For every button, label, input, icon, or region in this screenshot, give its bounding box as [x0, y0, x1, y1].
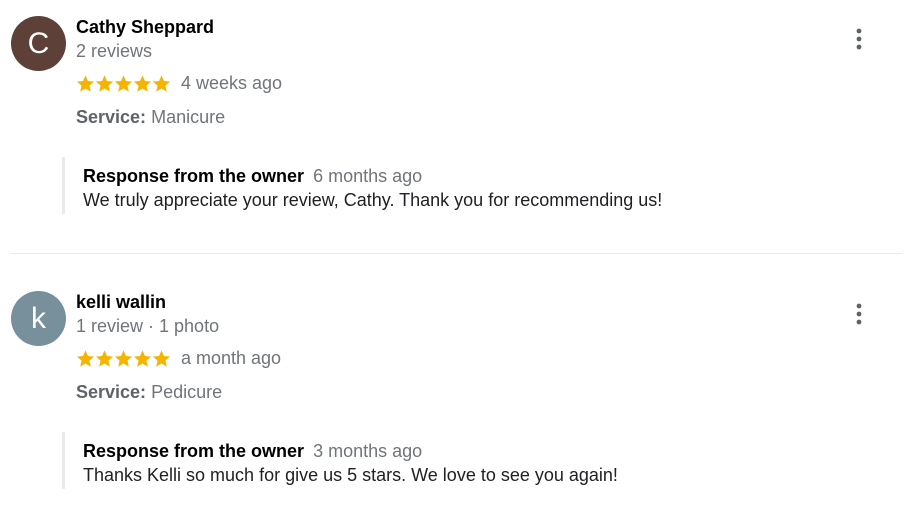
star-icon [95, 349, 114, 368]
rating-row: 4 weeks ago [76, 71, 282, 95]
response-time: 3 months ago [313, 441, 423, 461]
reviewer-name[interactable]: kelli wallin [76, 291, 166, 313]
response-header: Response from the owner 6 months ago [83, 165, 422, 187]
response-text: We truly appreciate your review, Cathy. … [83, 190, 663, 210]
service-line: Service: Pedicure [76, 381, 222, 403]
star-icon [152, 349, 171, 368]
service-label: Service: [76, 107, 147, 127]
star-icon [76, 74, 95, 93]
more-options-button[interactable] [846, 24, 872, 54]
reviewer-name[interactable]: Cathy Sheppard [76, 16, 214, 38]
avatar-letter: C [27, 27, 50, 60]
star-icon [114, 349, 133, 368]
star-rating [76, 74, 171, 93]
avatar[interactable]: k [11, 291, 66, 346]
response-time: 6 months ago [313, 166, 423, 186]
star-icon [76, 349, 95, 368]
review-time: 4 weeks ago [181, 73, 283, 93]
star-rating [76, 349, 171, 368]
star-icon [152, 74, 171, 93]
service-value: Manicure [151, 107, 226, 127]
star-icon [114, 74, 133, 93]
service-value: Pedicure [151, 382, 223, 402]
rating-row: a month ago [76, 346, 281, 370]
service-label: Service: [76, 382, 147, 402]
review-time: a month ago [181, 348, 282, 368]
reviewer-meta: 2 reviews [76, 41, 153, 61]
star-icon [95, 74, 114, 93]
more-vert-icon [856, 28, 862, 50]
service-line: Service: Manicure [76, 106, 225, 128]
owner-response: Response from the owner 6 months ago We … [62, 157, 662, 214]
divider [11, 253, 903, 254]
more-vert-icon [856, 303, 862, 325]
response-title: Response from the owner [83, 166, 305, 186]
owner-response: Response from the owner 3 months ago Tha… [62, 432, 618, 489]
star-icon [133, 349, 152, 368]
avatar-letter: k [31, 302, 46, 335]
reviewer-meta: 1 review · 1 photo [76, 316, 220, 336]
response-header: Response from the owner 3 months ago [83, 440, 422, 462]
avatar[interactable]: C [11, 16, 66, 71]
more-options-button[interactable] [846, 299, 872, 329]
response-title: Response from the owner [83, 441, 305, 461]
star-icon [133, 74, 152, 93]
response-text: Thanks Kelli so much for give us 5 stars… [83, 465, 618, 485]
